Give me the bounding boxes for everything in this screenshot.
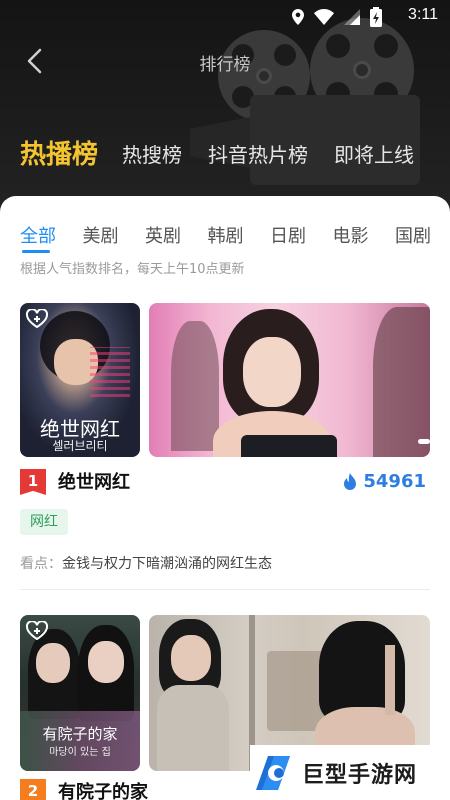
poster-subtitle: 셀러브리티: [52, 439, 108, 453]
wifi-icon: [314, 9, 334, 25]
ranking-content: 全部 美剧 英剧 韩剧 日剧 电影 国剧 根据人气指数排名，每天上午10点更新 …: [0, 196, 450, 800]
signal-icon: [344, 9, 360, 25]
ranking-hint: 根据人气指数排名，每天上午10点更新: [20, 262, 245, 277]
genre-tab-japanese[interactable]: 日剧: [270, 222, 333, 248]
genre-tab-uk[interactable]: 英剧: [145, 222, 208, 248]
carousel-dots: [418, 439, 430, 444]
item-description: 看点：金钱与权力下暗潮汹涌的网红生态: [20, 553, 272, 573]
heart-plus-icon[interactable]: [26, 309, 48, 329]
genre-tab-all[interactable]: 全部: [20, 222, 83, 248]
heat-score: 54961: [343, 471, 426, 492]
item-title[interactable]: 绝世网红: [58, 468, 130, 494]
genre-tag[interactable]: 网红: [20, 509, 68, 535]
genre-tab-korean[interactable]: 韩剧: [208, 222, 271, 248]
tab-hot-search[interactable]: 热搜榜: [122, 140, 182, 170]
tab-hot-play[interactable]: 热播榜: [20, 140, 98, 170]
poster-image[interactable]: 有院子的家 마당이 있는 집: [20, 615, 140, 771]
poster-subtitle: 마당이 있는 집: [49, 747, 111, 758]
page-title: 排行榜: [199, 55, 251, 75]
watermark-text: 巨型手游网: [302, 762, 418, 788]
ranking-item[interactable]: 绝世网红 셀러브리티 1 绝世网红 54961 网红 看点：金钱与权力下暗潮汹涌…: [0, 303, 450, 593]
tab-douyin-hot[interactable]: 抖音热片榜: [208, 140, 308, 170]
genre-tab-movie[interactable]: 电影: [333, 222, 396, 248]
heart-plus-icon[interactable]: [26, 621, 48, 641]
heat-value: 54961: [363, 471, 426, 492]
header: 3:11 排行榜 热播榜 热搜榜 抖音热片榜 即将上线: [0, 0, 450, 215]
brand-logo-icon: [256, 755, 290, 790]
genre-tab-chinese[interactable]: 国剧: [395, 222, 450, 248]
genre-tabs: 全部 美剧 英剧 韩剧 日剧 电影 国剧: [20, 222, 450, 248]
genre-tab-us[interactable]: 美剧: [83, 222, 146, 248]
status-time: 3:11: [408, 6, 438, 23]
poster-title: 有院子的家: [42, 725, 118, 743]
poster-image[interactable]: 绝世网红 셀러브리티: [20, 303, 140, 457]
location-icon: [292, 9, 304, 25]
tab-coming-soon[interactable]: 即将上线: [334, 140, 414, 170]
still-image[interactable]: [149, 303, 430, 457]
item-title[interactable]: 有院子的家: [58, 778, 148, 800]
rank-badge: 2: [20, 779, 46, 800]
rank-badge: 1: [20, 469, 46, 495]
genre-tab-indicator: [22, 250, 50, 253]
flame-icon: [344, 472, 357, 490]
status-bar: 3:11: [0, 0, 450, 32]
rank-tabs: 热播榜 热搜榜 抖音热片榜 即将上线: [20, 140, 440, 170]
divider: [20, 589, 430, 590]
battery-icon: [370, 7, 382, 27]
description-text: 金钱与权力下暗潮汹涌的网红生态: [62, 556, 272, 572]
description-label: 看点：: [20, 556, 62, 572]
watermark-logo: 巨型手游网: [250, 745, 450, 800]
